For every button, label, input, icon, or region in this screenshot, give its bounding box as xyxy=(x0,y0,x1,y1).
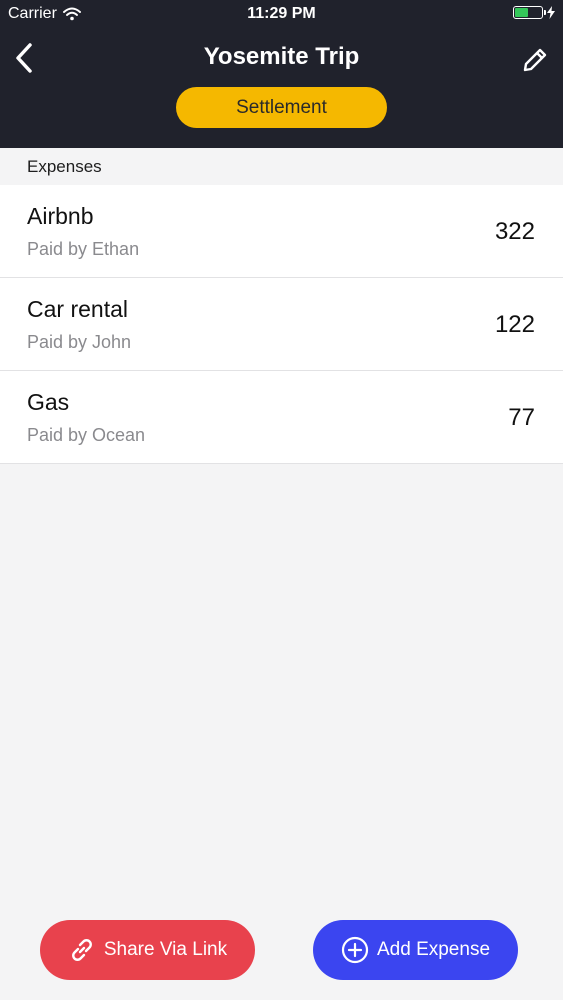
plus-circle-icon xyxy=(341,936,369,964)
page-title: Yosemite Trip xyxy=(203,43,360,70)
expense-row[interactable]: Gas Paid by Ocean 77 xyxy=(0,371,563,464)
expense-payer: Paid by Ethan xyxy=(27,239,140,259)
expense-amount: 122 xyxy=(494,311,535,338)
section-label: Expenses xyxy=(27,156,102,176)
battery-fill xyxy=(515,8,528,17)
expense-name: Car rental xyxy=(27,296,128,322)
charging-bolt-icon xyxy=(547,6,555,19)
edit-button[interactable] xyxy=(517,42,553,78)
section-header-expenses: Expenses xyxy=(0,148,563,185)
share-label: Share Via Link xyxy=(103,939,228,960)
expense-name: Gas xyxy=(27,389,70,415)
expense-name: Airbnb xyxy=(27,203,94,229)
expense-row[interactable]: Airbnb Paid by Ethan 322 xyxy=(0,185,563,278)
add-expense-button[interactable]: Add Expense xyxy=(313,920,518,980)
add-label: Add Expense xyxy=(376,939,491,960)
status-bar: Carrier 11:29 PM xyxy=(0,0,563,30)
status-time: 11:29 PM xyxy=(247,5,316,22)
settlement-button[interactable]: Settlement xyxy=(176,87,387,128)
expense-amount: 322 xyxy=(494,218,535,245)
nav-header: Carrier 11:29 PM Yosemite Trip Settlemen… xyxy=(0,0,563,148)
expense-payer: Paid by John xyxy=(27,332,132,352)
expense-row[interactable]: Car rental Paid by John 122 xyxy=(0,278,563,371)
pencil-icon xyxy=(523,48,547,72)
expense-list: Airbnb Paid by Ethan 322 Car rental Paid… xyxy=(0,185,563,464)
battery-icon xyxy=(513,6,546,19)
share-via-link-button[interactable]: Share Via Link xyxy=(40,920,255,980)
expense-payer: Paid by Ocean xyxy=(27,425,146,445)
expense-amount: 77 xyxy=(508,404,535,431)
link-icon xyxy=(71,939,92,961)
battery-indicator xyxy=(513,6,555,19)
